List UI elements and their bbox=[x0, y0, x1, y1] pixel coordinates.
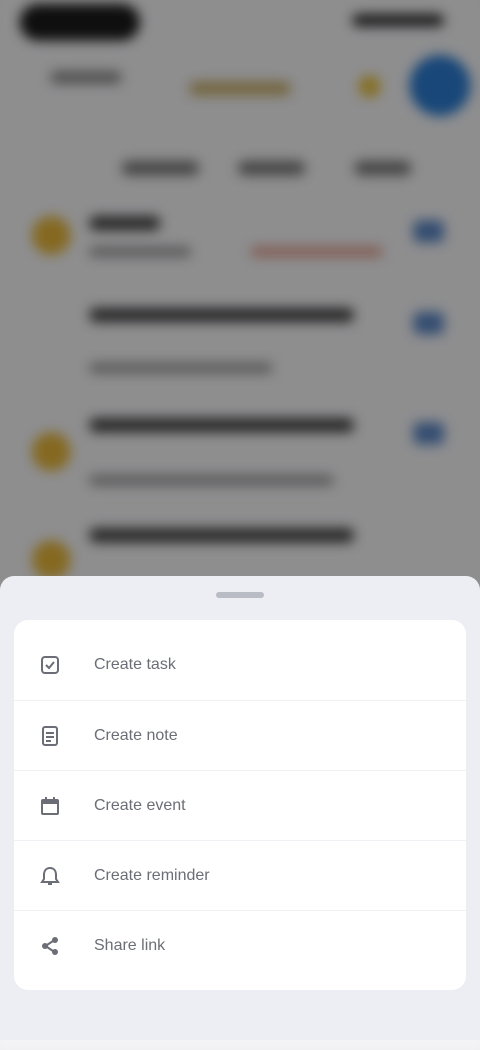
note-icon bbox=[38, 724, 62, 748]
action-label: Share link bbox=[94, 937, 166, 954]
create-event-button[interactable]: Create event bbox=[14, 770, 466, 841]
action-label: Create note bbox=[94, 727, 178, 744]
create-note-button[interactable]: Create note bbox=[14, 700, 466, 771]
share-link-button[interactable]: Share link bbox=[14, 910, 466, 981]
action-label: Create task bbox=[94, 656, 176, 673]
share-icon bbox=[38, 934, 62, 958]
create-task-button[interactable]: Create task bbox=[14, 630, 466, 700]
action-label: Create reminder bbox=[94, 867, 210, 884]
sheet-drag-handle[interactable] bbox=[216, 592, 264, 598]
action-label: Create event bbox=[94, 797, 186, 814]
action-sheet: Create task Create note Create event Cre… bbox=[0, 576, 480, 1040]
reminder-icon bbox=[38, 864, 62, 888]
create-reminder-button[interactable]: Create reminder bbox=[14, 840, 466, 911]
action-list: Create task Create note Create event Cre… bbox=[14, 620, 466, 990]
task-icon bbox=[38, 653, 62, 677]
calendar-icon bbox=[38, 794, 62, 818]
